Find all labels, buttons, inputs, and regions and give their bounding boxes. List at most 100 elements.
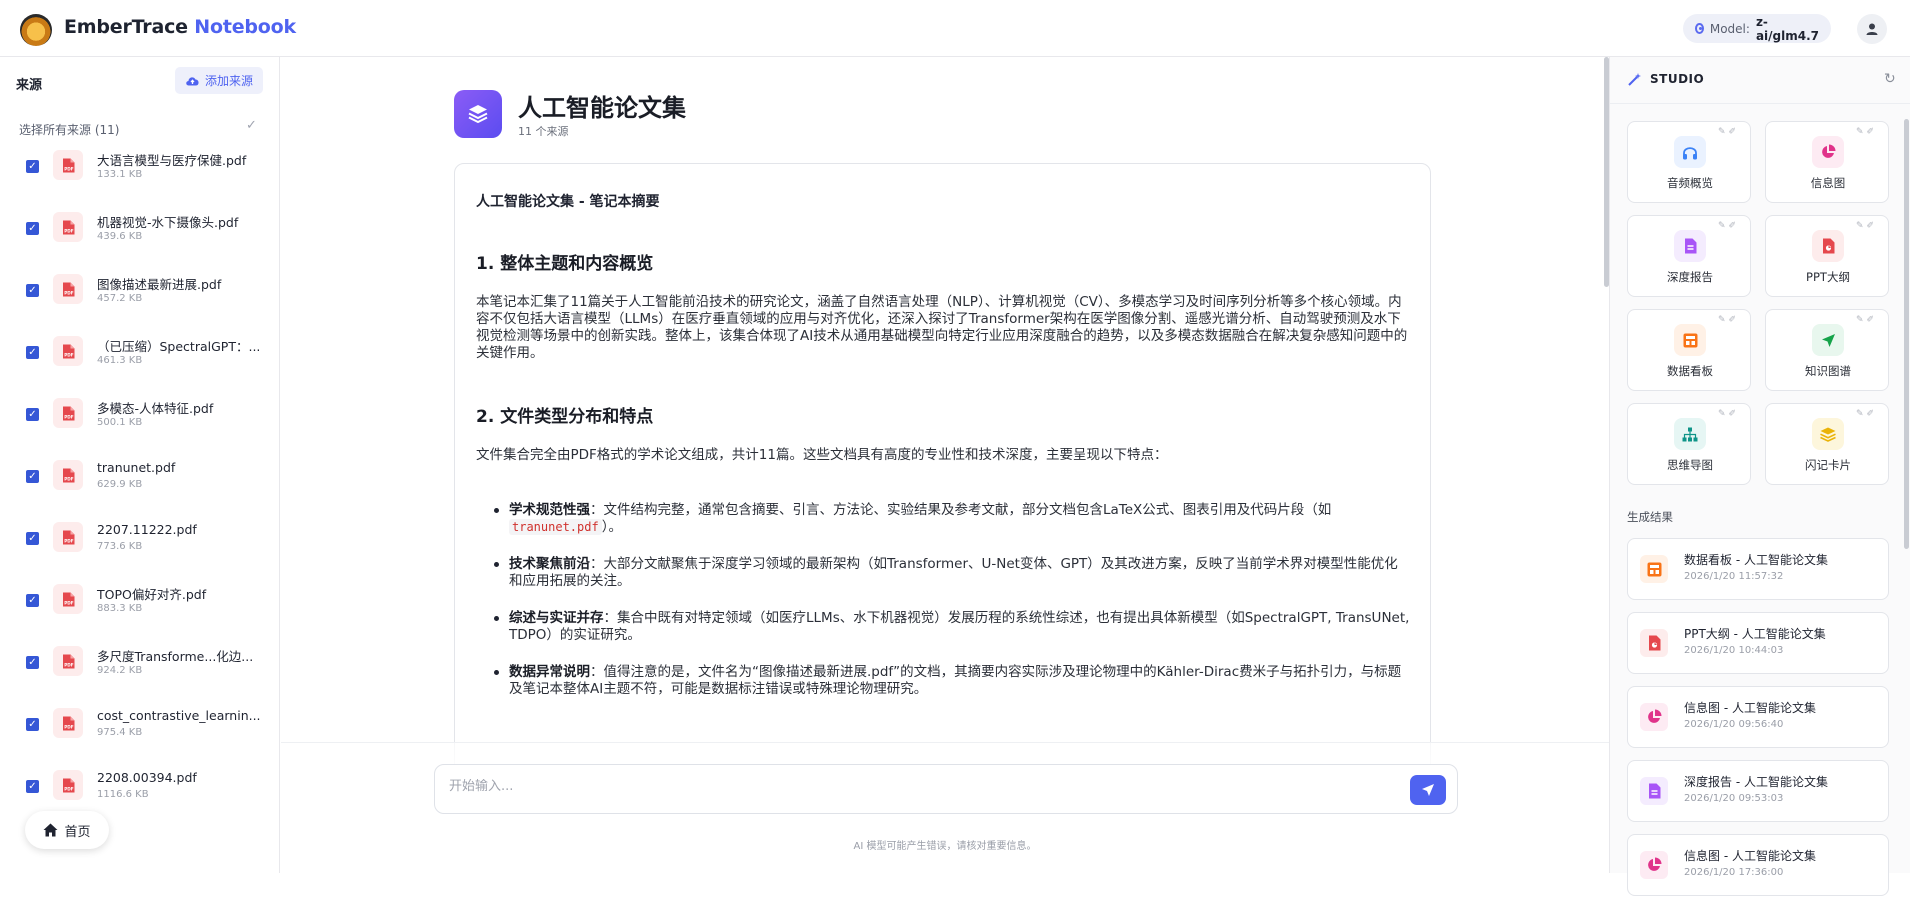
source-item[interactable]: ✓ PDF 多尺度Transforme...化边... 924.2 KB [0, 639, 280, 701]
result-item[interactable]: PPT大纲 - 人工智能论文集 2026/1/20 10:44:03 [1627, 612, 1889, 674]
chat-input[interactable] [449, 779, 1389, 794]
list-item-title: 综述与实证并存 [509, 610, 604, 626]
studio-tile[interactable]: ✎✐ 信息图 [1765, 121, 1889, 203]
result-date: 2026/1/20 10:44:03 [1684, 645, 1784, 656]
pdf-icon: PDF [53, 274, 83, 304]
svg-text:PDF: PDF [64, 538, 74, 543]
svg-text:PDF: PDF [64, 290, 74, 295]
refresh-icon[interactable]: ↻ [1884, 71, 1896, 87]
source-item[interactable]: ✓ PDF tranunet.pdf 629.9 KB [0, 453, 280, 515]
share-graph-icon [1812, 324, 1844, 356]
tile-edit-tools[interactable]: ✎✐ [1856, 409, 1877, 419]
source-checkbox[interactable]: ✓ [26, 160, 39, 173]
source-item[interactable]: ✓ PDF （已压缩）SpectralGPT：... 461.3 KB [0, 329, 280, 391]
source-item[interactable]: ✓ PDF 大语言模型与医疗保健.pdf 133.1 KB [0, 143, 280, 205]
pdf-icon: PDF [53, 460, 83, 490]
studio-tile[interactable]: ✎✐ 数据看板 [1627, 309, 1751, 391]
select-all-check-icon[interactable]: ✓ [246, 118, 257, 133]
cloud-upload-icon [186, 77, 199, 86]
pdf-icon: PDF [53, 646, 83, 676]
result-item[interactable]: 信息图 - 人工智能论文集 2026/1/20 09:56:40 [1627, 686, 1889, 748]
layers-icon [1812, 418, 1844, 450]
tile-edit-tools[interactable]: ✎✐ [1718, 409, 1739, 419]
source-checkbox[interactable]: ✓ [26, 718, 39, 731]
source-item[interactable]: ✓ PDF 2207.11222.pdf 773.6 KB [0, 515, 280, 577]
source-checkbox[interactable]: ✓ [26, 656, 39, 669]
source-name: 2208.00394.pdf [97, 770, 197, 785]
studio-tile[interactable]: ✎✐ 音频概览 [1627, 121, 1751, 203]
select-all-sources[interactable]: 选择所有来源 (11) [19, 121, 119, 138]
pie-chart-icon [1640, 703, 1668, 731]
tile-label: 数据看板 [1667, 364, 1713, 378]
svg-text:PDF: PDF [64, 724, 74, 729]
summary-title: 人工智能论文集 - 笔记本摘要 [476, 194, 660, 210]
send-button[interactable] [1410, 775, 1446, 805]
tile-edit-tools[interactable]: ✎✐ [1718, 127, 1739, 137]
studio-tile[interactable]: ✎✐ 深度报告 [1627, 215, 1751, 297]
send-icon [1422, 784, 1434, 796]
list-item-text: ：大部分文献聚焦于深度学习领域的最新架构（如Transformer、U-Net变… [509, 556, 1398, 589]
section-1-text: 本笔记本汇集了11篇关于人工智能前沿技术的研究论文，涵盖了自然语言处理（NLP）… [476, 294, 1408, 361]
source-item[interactable]: ✓ PDF 多模态-人体特征.pdf 500.1 KB [0, 391, 280, 453]
pie-chart-icon [1640, 851, 1668, 879]
add-source-button[interactable]: 添加来源 [175, 67, 263, 94]
tile-edit-tools[interactable]: ✎✐ [1718, 315, 1739, 325]
ai-disclaimer: AI 模型可能产生错误，请核对重要信息。 [853, 841, 1037, 852]
source-checkbox[interactable]: ✓ [26, 532, 39, 545]
source-checkbox[interactable]: ✓ [26, 470, 39, 483]
source-name: 多尺度Transforme...化边... [97, 649, 254, 664]
result-item[interactable]: 数据看板 - 人工智能论文集 2026/1/20 11:57:32 [1627, 538, 1889, 600]
result-item[interactable]: 深度报告 - 人工智能论文集 2026/1/20 09:53:03 [1627, 760, 1889, 822]
source-size: 461.3 KB [97, 355, 143, 366]
source-size: 883.3 KB [97, 603, 143, 614]
tile-edit-tools[interactable]: ✎✐ [1856, 315, 1877, 325]
pie-chart-icon [1812, 136, 1844, 168]
user-icon [1866, 23, 1878, 35]
source-checkbox[interactable]: ✓ [26, 594, 39, 607]
brand-accent: Notebook [194, 16, 296, 38]
home-button[interactable]: 首页 [25, 811, 109, 849]
result-item[interactable]: 信息图 - 人工智能论文集 2026/1/20 17:36:00 [1627, 834, 1889, 896]
list-item-text: ）。 [601, 519, 622, 535]
source-item[interactable]: ✓ PDF 机器视觉-水下摄像头.pdf 439.6 KB [0, 205, 280, 267]
source-item[interactable]: ✓ PDF TOPO偏好对齐.pdf 883.3 KB [0, 577, 280, 639]
source-checkbox[interactable]: ✓ [26, 408, 39, 421]
tile-edit-tools[interactable]: ✎✐ [1856, 221, 1877, 231]
chat-composer [434, 764, 1458, 814]
tile-edit-tools[interactable]: ✎✐ [1856, 127, 1877, 137]
source-name: 机器视觉-水下摄像头.pdf [97, 215, 239, 230]
mindmap-icon [1674, 418, 1706, 450]
studio-tile[interactable]: ✎✐ 闪记卡片 [1765, 403, 1889, 485]
tile-edit-tools[interactable]: ✎✐ [1718, 221, 1739, 231]
studio-divider [1610, 103, 1910, 104]
source-checkbox[interactable]: ✓ [26, 222, 39, 235]
inline-code: tranunet.pdf [509, 519, 602, 535]
document-icon [1674, 230, 1706, 262]
pdf-icon: PDF [53, 212, 83, 242]
result-date: 2026/1/20 09:53:03 [1684, 793, 1784, 804]
source-size: 439.6 KB [97, 231, 143, 242]
model-selector[interactable]: Model: z-ai/glm4.7 [1683, 14, 1831, 43]
source-item[interactable]: ✓ PDF 图像描述最新进展.pdf 457.2 KB [0, 267, 280, 329]
source-name: 多模态-人体特征.pdf [97, 401, 214, 416]
home-label: 首页 [64, 824, 91, 840]
tile-label: 知识图谱 [1805, 364, 1851, 378]
result-title: 信息图 - 人工智能论文集 [1684, 849, 1816, 863]
source-checkbox[interactable]: ✓ [26, 346, 39, 359]
studio-tile[interactable]: ✎✐ PPT大纲 [1765, 215, 1889, 297]
source-name: TOPO偏好对齐.pdf [97, 587, 207, 602]
source-checkbox[interactable]: ✓ [26, 780, 39, 793]
studio-tile[interactable]: ✎✐ 思维导图 [1627, 403, 1751, 485]
svg-text:PDF: PDF [64, 228, 74, 233]
source-item[interactable]: ✓ PDF cost_contrastive_learnin... 975.4 … [0, 701, 280, 763]
studio-scrollbar[interactable] [1904, 119, 1909, 549]
source-checkbox[interactable]: ✓ [26, 284, 39, 297]
pdf-icon: PDF [53, 584, 83, 614]
list-item-text: ：文件结构完整，通常包含摘要、引言、方法论、实验结果及参考文献，部分文档包含La… [590, 502, 1332, 518]
user-avatar-button[interactable] [1857, 14, 1887, 44]
list-item: 技术聚焦前沿：大部分文献聚焦于深度学习领域的最新架构（如Transformer、… [494, 556, 1410, 590]
studio-tile[interactable]: ✎✐ 知识图谱 [1765, 309, 1889, 391]
results-list: 数据看板 - 人工智能论文集 2026/1/20 11:57:32 PPT大纲 … [1627, 538, 1889, 908]
source-size: 924.2 KB [97, 665, 143, 676]
model-label: Model: [1709, 21, 1750, 36]
